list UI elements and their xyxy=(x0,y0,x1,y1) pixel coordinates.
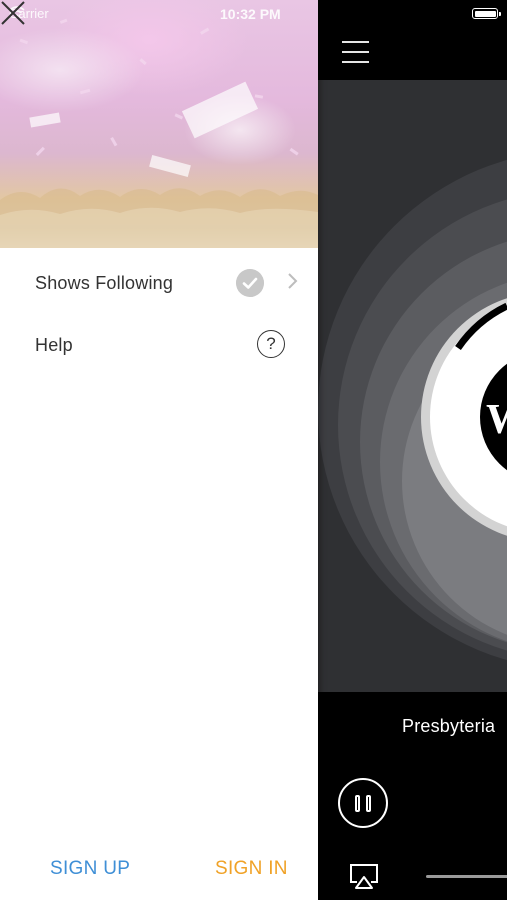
chevron-right-icon xyxy=(288,273,298,289)
hamburger-menu-icon[interactable] xyxy=(342,41,369,63)
player-panel: W Presbyteria xyxy=(318,0,507,900)
sign-in-button[interactable]: SIGN IN xyxy=(215,858,288,880)
volume-slider[interactable] xyxy=(426,875,507,878)
menu-item-shows-following[interactable]: Shows Following xyxy=(0,255,318,311)
checkmark-circle-icon xyxy=(236,269,264,297)
menu-item-label: Shows Following xyxy=(35,273,174,293)
concert-header-image: Carrier 10:32 PM xyxy=(0,0,318,248)
airplay-icon[interactable] xyxy=(348,862,380,890)
sign-up-button[interactable]: SIGN UP xyxy=(50,858,130,880)
question-circle-icon: ? xyxy=(257,330,285,358)
confetti-crowd-graphic xyxy=(0,18,318,248)
player-top-bar xyxy=(318,0,507,80)
pause-button[interactable] xyxy=(338,778,388,828)
close-icon[interactable] xyxy=(0,0,26,26)
menu-item-label: Help xyxy=(35,335,73,355)
battery-icon xyxy=(472,8,501,19)
side-drawer: Carrier 10:32 PM Shows Following Help ? … xyxy=(0,0,318,900)
status-time: 10:32 PM xyxy=(220,6,281,22)
station-artwork: W xyxy=(318,80,507,692)
station-name: Presbyteria xyxy=(402,716,496,736)
progress-ring xyxy=(455,302,507,351)
